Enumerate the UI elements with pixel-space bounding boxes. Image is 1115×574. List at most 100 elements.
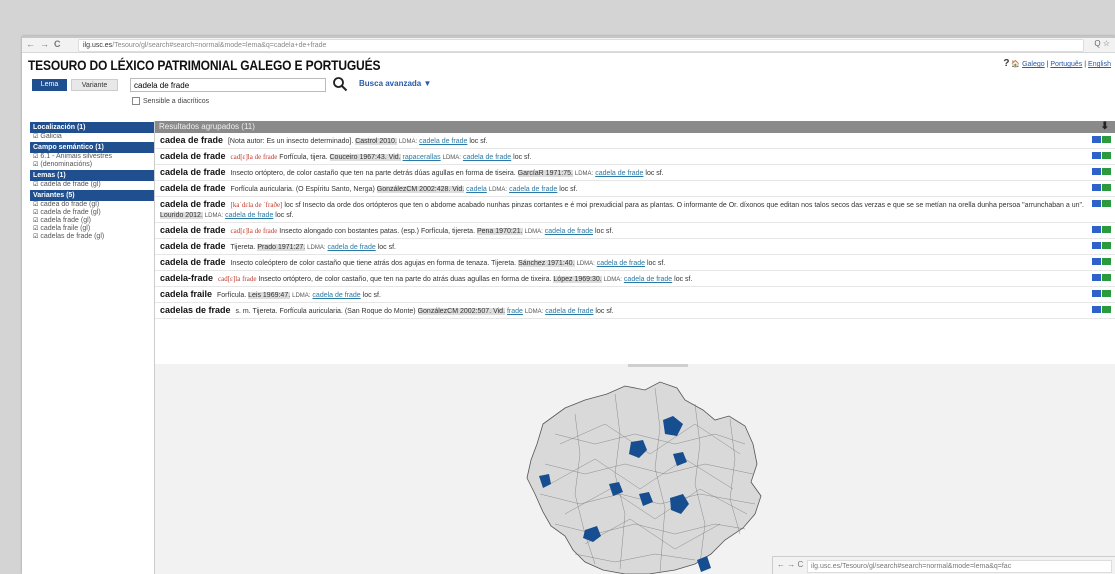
field-badge-icon[interactable] — [1102, 242, 1111, 249]
result-ldma-label: LDMA: — [524, 309, 544, 315]
lang-link-portugues[interactable]: Português — [1050, 61, 1082, 68]
facet-item[interactable]: ☑ cadela frade (gl) — [30, 217, 154, 225]
back-icon[interactable]: ← — [26, 39, 35, 49]
result-see-also-link[interactable]: cadela — [466, 186, 487, 193]
home-icon[interactable]: 🏠 — [1011, 61, 1020, 68]
facet-checkbox-icon[interactable]: ☑ — [33, 181, 38, 189]
facet-checkbox-icon[interactable]: ☑ — [33, 153, 38, 161]
lang-link-english[interactable]: English — [1088, 61, 1111, 68]
advanced-search-link[interactable]: Busca avanzada ▼ — [359, 79, 431, 88]
result-see-also-link[interactable]: rapacerallas — [403, 154, 441, 161]
result-lemma: cadela de frade — [160, 225, 226, 235]
gl-badge-icon[interactable] — [1092, 168, 1101, 175]
field-badge-icon[interactable] — [1102, 136, 1111, 143]
gl-badge-icon[interactable] — [1092, 306, 1101, 313]
result-lemma-link[interactable]: cadela de frade — [463, 154, 511, 161]
field-badge-icon[interactable] — [1102, 258, 1111, 265]
result-lemma-link[interactable]: cadela de frade — [509, 186, 557, 193]
lang-link-galego[interactable]: Galego — [1022, 61, 1045, 68]
result-lemma: cadela-frade — [160, 273, 214, 283]
forward-icon[interactable]: → — [40, 39, 49, 49]
gl-badge-icon[interactable] — [1092, 274, 1101, 281]
facet-checkbox-icon[interactable]: ☑ — [33, 233, 38, 241]
galicia-outline — [526, 381, 762, 574]
facet-item-label: 6.1 - Animais silvestres — [40, 153, 112, 160]
field-badge-icon[interactable] — [1102, 274, 1111, 281]
overlay-address-bar[interactable]: ilg.usc.es/Tesouro/gl/search#search=norm… — [807, 560, 1112, 573]
facet-checkbox-icon[interactable]: ☑ — [33, 133, 38, 141]
result-category: loc sf. — [275, 212, 294, 219]
reload-icon[interactable]: C — [54, 39, 61, 49]
overlay-url-path: /Tesouro/gl/search#search=normal&mode=le… — [840, 563, 1012, 570]
facet-item[interactable]: ☑ (denominacións) — [30, 161, 154, 169]
facet-heading: Campo semántico (1) — [30, 142, 154, 153]
download-icon[interactable]: ⬇ — [1101, 121, 1109, 133]
gl-badge-icon[interactable] — [1092, 184, 1101, 191]
result-definition: s. m. Tijereta. Forfícula auricularia. (… — [235, 308, 416, 315]
result-lemma-link[interactable]: cadela de frade — [419, 138, 467, 145]
gl-badge-icon[interactable] — [1092, 152, 1101, 159]
result-badges — [1092, 152, 1111, 159]
field-badge-icon[interactable] — [1102, 184, 1111, 191]
facet-item[interactable]: ☑ cadela fraile (gl) — [30, 225, 154, 233]
field-badge-icon[interactable] — [1102, 168, 1111, 175]
bookmark-icon[interactable]: Q ☆ — [1094, 39, 1110, 48]
result-definition: Insecto coleóptero de color castaño que … — [230, 260, 517, 267]
gl-badge-icon[interactable] — [1092, 290, 1101, 297]
result-definition: Insecto ortóptero, de color castaño que … — [230, 170, 516, 177]
gl-badge-icon[interactable] — [1092, 136, 1101, 143]
facet-checkbox-icon[interactable]: ☑ — [33, 201, 38, 209]
facet-heading: Localización (1) — [30, 122, 154, 133]
diacritics-checkbox[interactable] — [132, 97, 140, 105]
facet-item[interactable]: ☑ cadea do frade (gl) — [30, 201, 154, 209]
gl-badge-icon[interactable] — [1092, 226, 1101, 233]
map-handle[interactable] — [628, 364, 688, 367]
lema-toggle-button[interactable]: Lema — [32, 79, 67, 91]
browser-window: ← → C ilg.usc.es/Tesouro/gl/search#searc… — [22, 36, 1115, 574]
field-badge-icon[interactable] — [1102, 226, 1111, 233]
result-badges — [1092, 306, 1111, 313]
result-category: loc sf. — [362, 292, 381, 299]
result-lemma-link[interactable]: cadela de frade — [595, 170, 643, 177]
address-bar[interactable]: ilg.usc.es/Tesouro/gl/search#search=norm… — [78, 39, 1084, 52]
overlay-nav-icons[interactable]: ← → C — [777, 560, 803, 569]
field-badge-icon[interactable] — [1102, 152, 1111, 159]
facet-item[interactable]: ☑ Galicia — [30, 133, 154, 141]
gl-badge-icon[interactable] — [1092, 242, 1101, 249]
facet-checkbox-icon[interactable]: ☑ — [33, 161, 38, 169]
field-badge-icon[interactable] — [1102, 290, 1111, 297]
facet-item[interactable]: ☑ cadela de frade (gl) — [30, 181, 154, 189]
field-badge-icon[interactable] — [1102, 200, 1111, 207]
facet-checkbox-icon[interactable]: ☑ — [33, 209, 38, 217]
result-category: loc sf. — [559, 186, 578, 193]
result-lemma-link[interactable]: cadela de frade — [597, 260, 645, 267]
gl-badge-icon[interactable] — [1092, 258, 1101, 265]
facet-checkbox-icon[interactable]: ☑ — [33, 217, 38, 225]
field-badge-icon[interactable] — [1102, 306, 1111, 313]
search-input[interactable] — [130, 78, 326, 92]
result-row: cadea de frade [Nota autor: Es un insect… — [155, 133, 1115, 149]
gl-badge-icon[interactable] — [1092, 200, 1101, 207]
result-lemma-link[interactable]: cadela de frade — [225, 212, 273, 219]
result-lemma-link[interactable]: cadela de frade — [624, 276, 672, 283]
result-lemma-link[interactable]: cadela de frade — [312, 292, 360, 299]
result-category: loc sf. — [646, 260, 666, 267]
result-lemma-link[interactable]: cadela de frade — [327, 244, 375, 251]
result-lemma-link[interactable]: cadela de frade — [545, 228, 593, 235]
result-lemma-link[interactable]: cadela de frade — [545, 308, 593, 315]
result-ldma-label: LDMA: — [603, 277, 622, 283]
facet-item[interactable]: ☑ cadela de frade (gl) — [30, 209, 154, 217]
search-icon[interactable] — [332, 76, 348, 92]
result-category: loc sf. — [595, 308, 614, 315]
help-icon[interactable]: ? — [1003, 58, 1009, 69]
result-source: Leis 1969:47. — [248, 292, 291, 299]
facet-checkbox-icon[interactable]: ☑ — [33, 225, 38, 233]
facet-item[interactable]: ☑ 6.1 - Animais silvestres — [30, 153, 154, 161]
overlay-browser-window: ← → C ilg.usc.es/Tesouro/gl/search#searc… — [772, 556, 1115, 574]
result-see-also-link[interactable]: frade — [507, 308, 523, 315]
diacritics-option[interactable]: Sensible a diacríticos — [132, 97, 209, 105]
variante-toggle-button[interactable]: Variante — [71, 79, 118, 91]
facet-item[interactable]: ☑ cadelas de frade (gl) — [30, 233, 154, 241]
result-row: cadela de frade Insecto ortóptero, de co… — [155, 165, 1115, 181]
facet-item-label: cadela de frade (gl) — [40, 209, 101, 216]
